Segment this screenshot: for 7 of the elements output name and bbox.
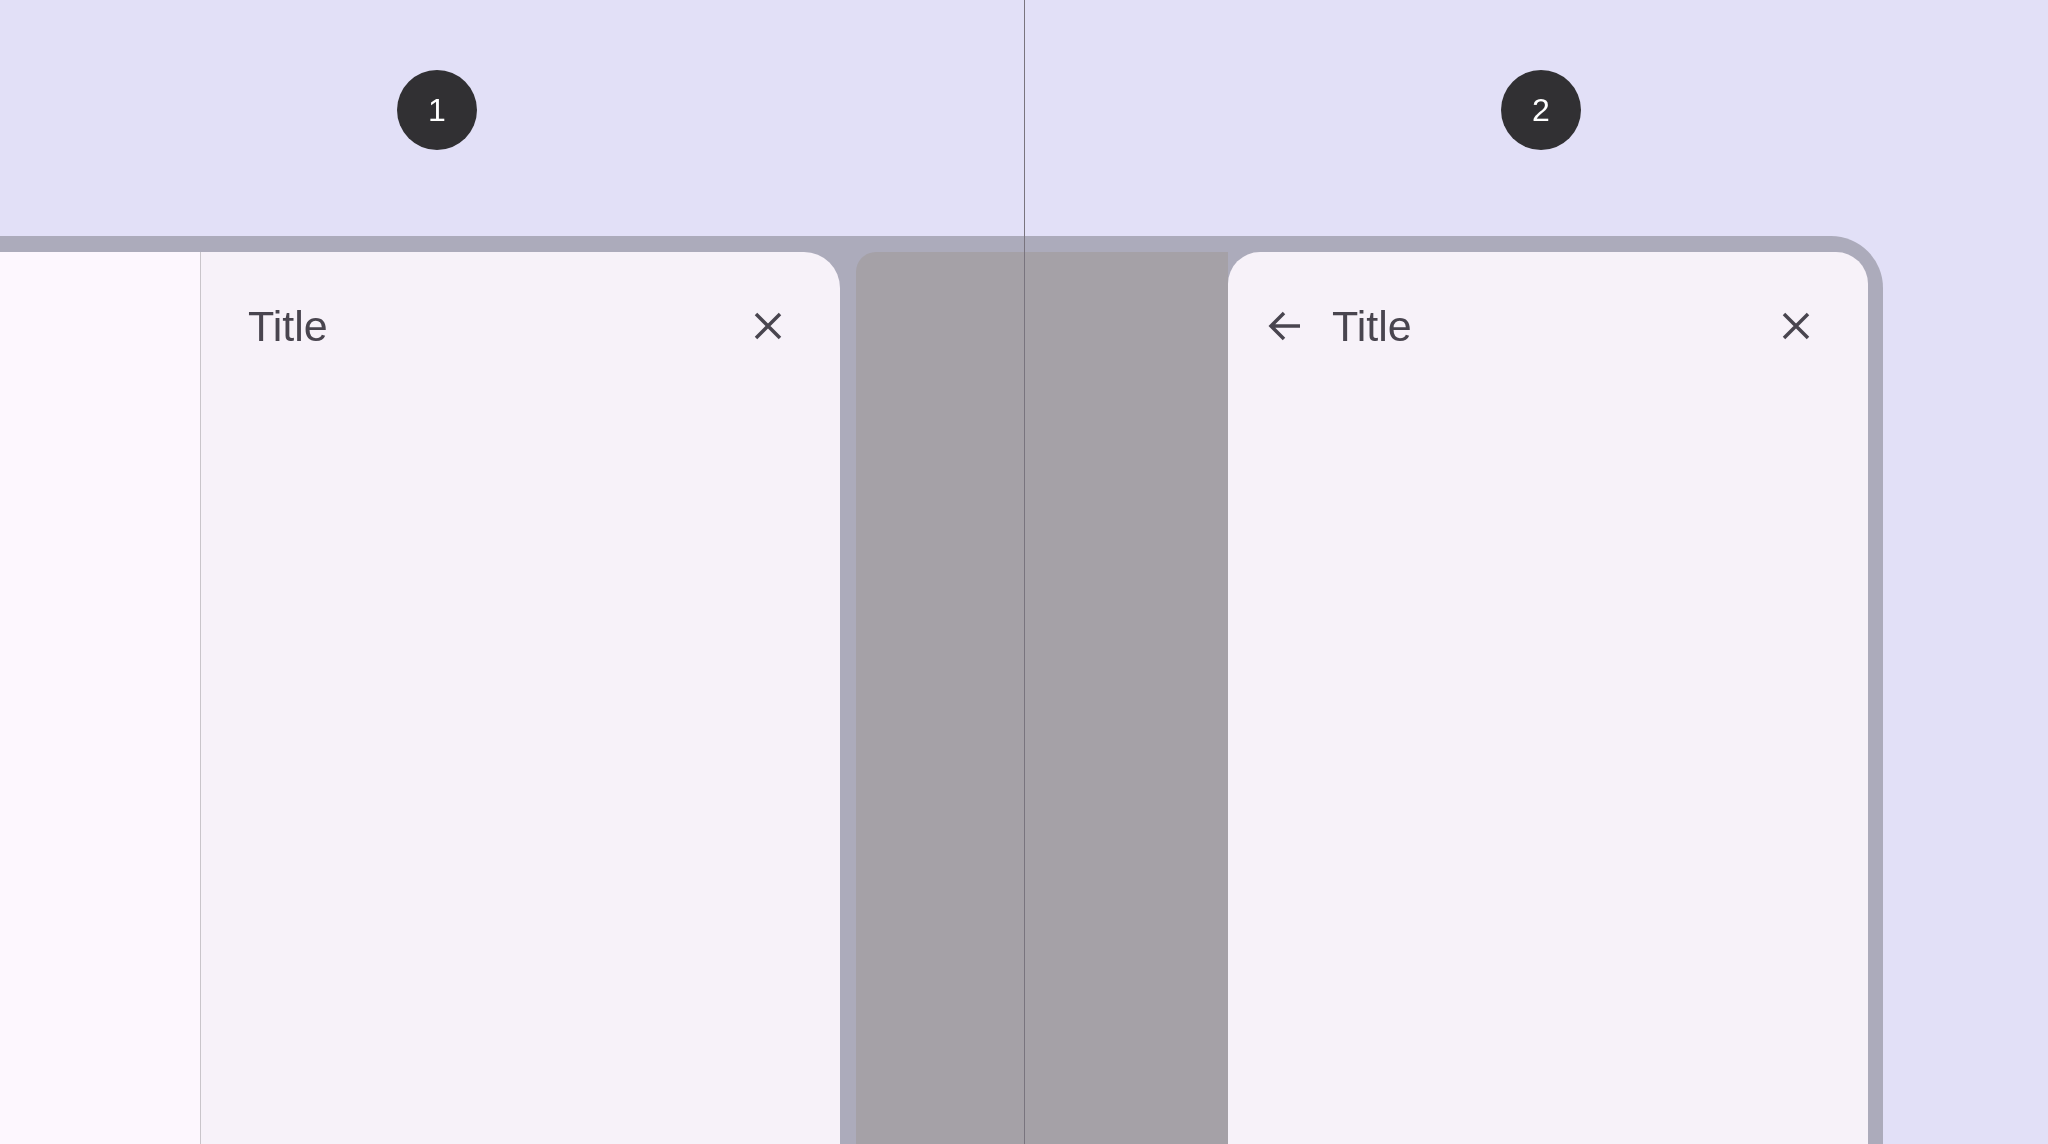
back-arrow-icon bbox=[1268, 311, 1300, 341]
close-icon bbox=[1782, 312, 1810, 340]
sheet-title: Title bbox=[248, 302, 329, 350]
close-icon bbox=[754, 312, 782, 340]
sheet-title: Title bbox=[1332, 302, 1413, 350]
number-marker: 2 bbox=[1501, 70, 1581, 150]
number-marker: 1 bbox=[397, 70, 477, 150]
